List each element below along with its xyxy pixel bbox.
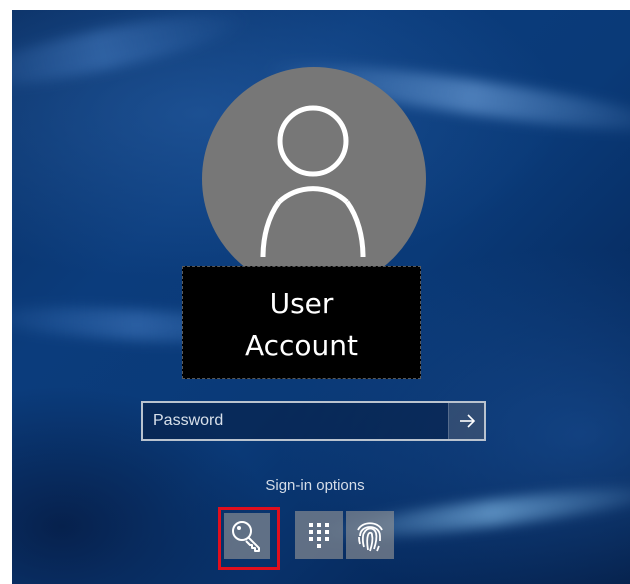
- password-input[interactable]: [143, 403, 445, 439]
- key-icon: [232, 521, 260, 552]
- fingerprint-icon: [357, 522, 383, 552]
- user-name-line-2: Account: [244, 329, 359, 362]
- user-name-line-1: User: [269, 287, 334, 320]
- key-sign-in-option[interactable]: [224, 513, 270, 559]
- pin-sign-in-option[interactable]: [295, 511, 343, 559]
- sign-in-options-label[interactable]: Sign-in options: [0, 477, 630, 494]
- user-name: User Account: [182, 266, 421, 379]
- arrow-right-icon: [460, 414, 476, 428]
- user-icon: [260, 105, 366, 258]
- pin-keypad-icon: [309, 523, 329, 548]
- fingerprint-sign-in-option[interactable]: [346, 511, 394, 559]
- password-field: [141, 401, 486, 441]
- submit-button[interactable]: [448, 403, 484, 439]
- avatar: [202, 67, 426, 291]
